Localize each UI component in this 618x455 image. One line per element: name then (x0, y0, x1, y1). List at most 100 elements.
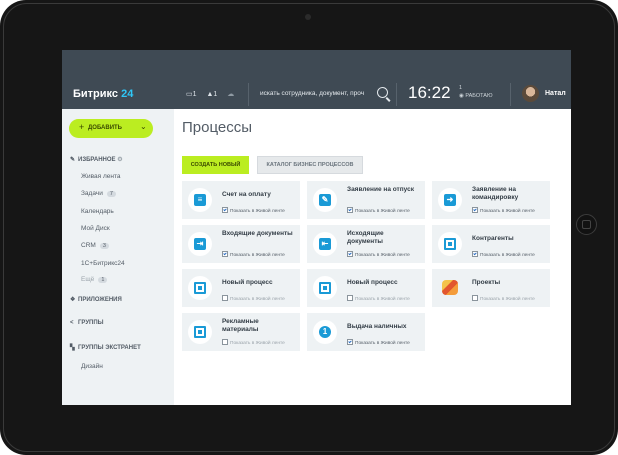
cloud-icon[interactable]: ☁ (227, 91, 234, 98)
add-button[interactable]: + ДОБАВИТЬ ⌄ (69, 119, 153, 138)
catalog-button[interactable]: КАТАЛОГ БИЗНЕС ПРОЦЕССОВ (257, 156, 363, 174)
section-favorites-label: ИЗБРАННОЕ (78, 157, 116, 163)
checkbox-box (222, 251, 228, 257)
checkbox-label: Показать в Живой ленте (355, 209, 410, 214)
logo-number: 24 (121, 88, 134, 100)
process-card[interactable]: ≡ Счет на оплату Показать в Живой ленте (182, 181, 300, 219)
card-title: Выдача наличных (347, 323, 407, 330)
checkbox-label: Показать в Живой ленте (480, 297, 535, 302)
settings-icon[interactable]: ⚙ (117, 157, 122, 163)
process-card[interactable]: Новый процесс Показать в Живой ленте (182, 269, 300, 307)
user-name[interactable]: Натал (545, 90, 566, 97)
checkbox-label: Показать в Живой ленте (480, 209, 535, 214)
checkbox-label: Показать в Живой ленте (355, 341, 410, 346)
avatar[interactable] (522, 85, 539, 102)
card-title: Входящие документы (222, 230, 293, 237)
sidebar: + ДОБАВИТЬ ⌄ ✎ ИЗБРАННОЕ ⚙ Живая лента За… (62, 109, 174, 405)
count-badge: 3 (99, 243, 109, 249)
feed-checkbox[interactable]: Показать в Живой ленте (222, 207, 285, 214)
process-card[interactable]: ⇤ Исходящие документы Показать в Живой л… (307, 225, 425, 263)
messages-count: 1 (192, 91, 197, 98)
sidebar-item-feed[interactable]: Живая лента (81, 173, 120, 180)
feed-checkbox[interactable]: Показать в Живой ленте (222, 339, 285, 346)
feed-checkbox[interactable]: Показать в Живой ленте (347, 339, 410, 346)
clock-extra: 1 ◉ РАБОТАЮ (459, 84, 493, 100)
create-new-button[interactable]: СОЗДАТЬ НОВЫЙ (182, 156, 249, 174)
checkbox-box (347, 251, 353, 257)
process-card[interactable]: Рекламные материалы Показать в Живой лен… (182, 313, 300, 351)
main-content: Процессы СОЗДАТЬ НОВЫЙ КАТАЛОГ БИЗНЕС ПР… (174, 109, 571, 405)
sidebar-item-1c[interactable]: 1С+Битрикс24 (81, 260, 125, 267)
process-card[interactable]: Контрагенты Показать в Живой ленте (432, 225, 550, 263)
process-card[interactable]: ✎ Заявление на отпуск Показать в Живой л… (307, 181, 425, 219)
sidebar-item-label: Задачи (81, 190, 103, 197)
search-icon[interactable] (377, 87, 388, 98)
feed-checkbox[interactable]: Показать в Живой ленте (347, 207, 410, 214)
checkbox-box (472, 295, 478, 301)
feed-checkbox[interactable]: Показать в Живой ленте (472, 251, 535, 258)
sidebar-item-label: CRM (81, 242, 96, 249)
pin-icon: ✎ (70, 157, 76, 163)
plus-icon: + (79, 122, 85, 132)
checkbox-label: Показать в Живой ленте (355, 253, 410, 258)
feed-checkbox[interactable]: Показать в Живой ленте (347, 251, 410, 258)
process-card[interactable]: ⇥ Входящие документы Показать в Живой ле… (182, 225, 300, 263)
checkbox-label: Показать в Живой ленте (230, 253, 285, 258)
section-groups[interactable]: < ГРУППЫ (70, 320, 104, 326)
search-input[interactable]: искать сотрудника, документ, проч (260, 90, 380, 97)
section-favorites[interactable]: ✎ ИЗБРАННОЕ ⚙ (70, 156, 123, 163)
process-icon (194, 326, 206, 338)
sidebar-item-more[interactable]: Ещё 1 (81, 276, 108, 283)
checkbox-box (472, 207, 478, 213)
feed-checkbox[interactable]: Показать в Живой ленте (472, 295, 535, 302)
topbar-divider (510, 83, 511, 106)
sidebar-item-label: Дизайн (81, 363, 103, 370)
card-icon-bg: ≡ (188, 188, 212, 212)
clock-flag: 1 (459, 85, 463, 91)
feed-checkbox[interactable]: Показать в Живой ленте (222, 251, 285, 258)
feed-checkbox[interactable]: Показать в Живой ленте (347, 295, 410, 302)
sidebar-item-disk[interactable]: Мой Диск (81, 225, 110, 232)
card-title: Новый процесс (347, 279, 398, 286)
work-status-label: РАБОТАЮ (465, 93, 493, 99)
card-icon-bg (313, 276, 337, 300)
create-new-label: СОЗДАТЬ НОВЫЙ (190, 162, 241, 168)
checkbox-label: Показать в Живой ленте (480, 253, 535, 258)
process-card[interactable]: Проекты Показать в Живой ленте (432, 269, 550, 307)
contractors-icon (444, 238, 456, 250)
count-badge: 7 (106, 191, 116, 197)
card-icon-bg (188, 276, 212, 300)
process-card[interactable]: Новый процесс Показать в Живой ленте (307, 269, 425, 307)
work-status[interactable]: ◉ РАБОТАЮ (459, 92, 493, 100)
process-card[interactable]: 1 Выдача наличных Показать в Живой ленте (307, 313, 425, 351)
home-square-icon (582, 220, 591, 229)
catalog-label: КАТАЛОГ БИЗНЕС ПРОЦЕССОВ (266, 162, 354, 168)
section-apps[interactable]: ❖ ПРИЛОЖЕНИЯ (70, 296, 122, 303)
cubes-icon: ❖ (70, 297, 76, 303)
sidebar-item-tasks[interactable]: Задачи 7 (81, 190, 116, 197)
section-apps-label: ПРИЛОЖЕНИЯ (78, 297, 122, 303)
logo-text: Битрикс (73, 88, 119, 100)
sidebar-item-crm[interactable]: CRM 3 (81, 242, 109, 249)
messages-icon[interactable]: ▭1 (186, 91, 201, 98)
share-icon: < (70, 320, 74, 326)
sidebar-item-calendar[interactable]: Календарь (81, 208, 114, 215)
card-title: Проекты (472, 279, 501, 286)
checkbox-label: Показать в Живой ленте (230, 209, 285, 214)
card-icon-bg: ⇥ (188, 232, 212, 256)
section-extranet[interactable]: ▚ ГРУППЫ ЭКСТРАНЕТ (70, 344, 141, 351)
feed-checkbox[interactable]: Показать в Живой ленте (472, 207, 535, 214)
home-button[interactable] (576, 214, 597, 235)
clock-time[interactable]: 16:22 (408, 83, 451, 103)
sidebar-item-label: Живая лента (81, 173, 121, 180)
checkbox-box (472, 251, 478, 257)
bell-icon[interactable]: ▲1 (206, 91, 221, 98)
projects-icon (442, 280, 458, 295)
groups-icon: ▚ (70, 345, 75, 351)
feed-checkbox[interactable]: Показать в Живой ленте (222, 295, 285, 302)
sidebar-item-design[interactable]: Дизайн (81, 363, 103, 370)
app-logo[interactable]: Битрикс 24 (73, 88, 133, 100)
sidebar-item-label: Мой Диск (81, 225, 110, 232)
process-card[interactable]: ➜ Заявление на командировку Показать в Ж… (432, 181, 550, 219)
topbar-divider (248, 83, 249, 106)
